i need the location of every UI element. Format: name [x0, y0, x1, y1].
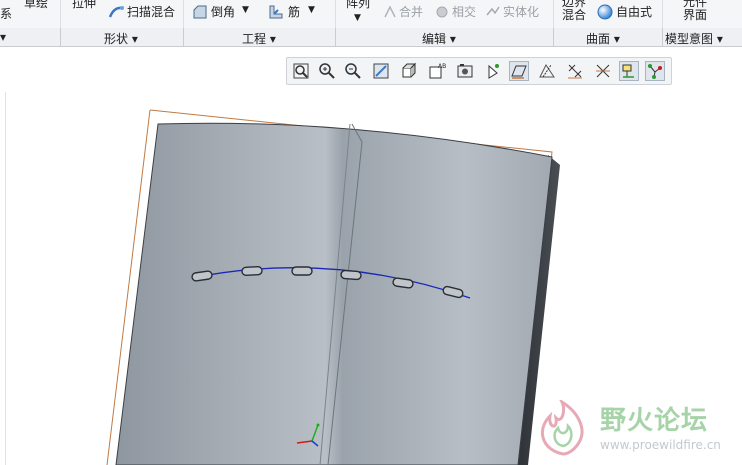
view-toolbar: AB	[286, 57, 672, 85]
forum-watermark: 野火论坛 www.proewildfire.cn	[532, 398, 742, 462]
saved-orientations-icon[interactable]: AB	[427, 61, 447, 81]
view-manager-icon[interactable]	[455, 61, 475, 81]
slot-3	[291, 266, 313, 276]
model-surface	[115, 122, 553, 465]
slot-2	[241, 265, 263, 277]
svg-text:AB: AB	[438, 63, 446, 70]
annotation-display-icon[interactable]	[619, 61, 639, 81]
zoom-in-icon[interactable]	[317, 61, 337, 81]
repaint-icon[interactable]	[371, 61, 391, 81]
display-style-icon[interactable]	[399, 61, 419, 81]
csys-display-icon[interactable]	[593, 61, 613, 81]
point-display-icon[interactable]	[565, 61, 585, 81]
datum-plane-display-icon[interactable]	[509, 61, 529, 81]
datum-axis-display-icon[interactable]	[537, 61, 557, 81]
zoom-out-icon[interactable]	[343, 61, 363, 81]
spin-center-icon[interactable]	[483, 61, 503, 81]
refit-icon[interactable]	[291, 61, 311, 81]
slot-4	[340, 269, 362, 281]
appearance-icon[interactable]	[645, 61, 665, 81]
flame-logo-icon	[540, 400, 584, 456]
watermark-url: www.proewildfire.cn	[600, 438, 721, 452]
watermark-title: 野火论坛	[600, 406, 709, 436]
